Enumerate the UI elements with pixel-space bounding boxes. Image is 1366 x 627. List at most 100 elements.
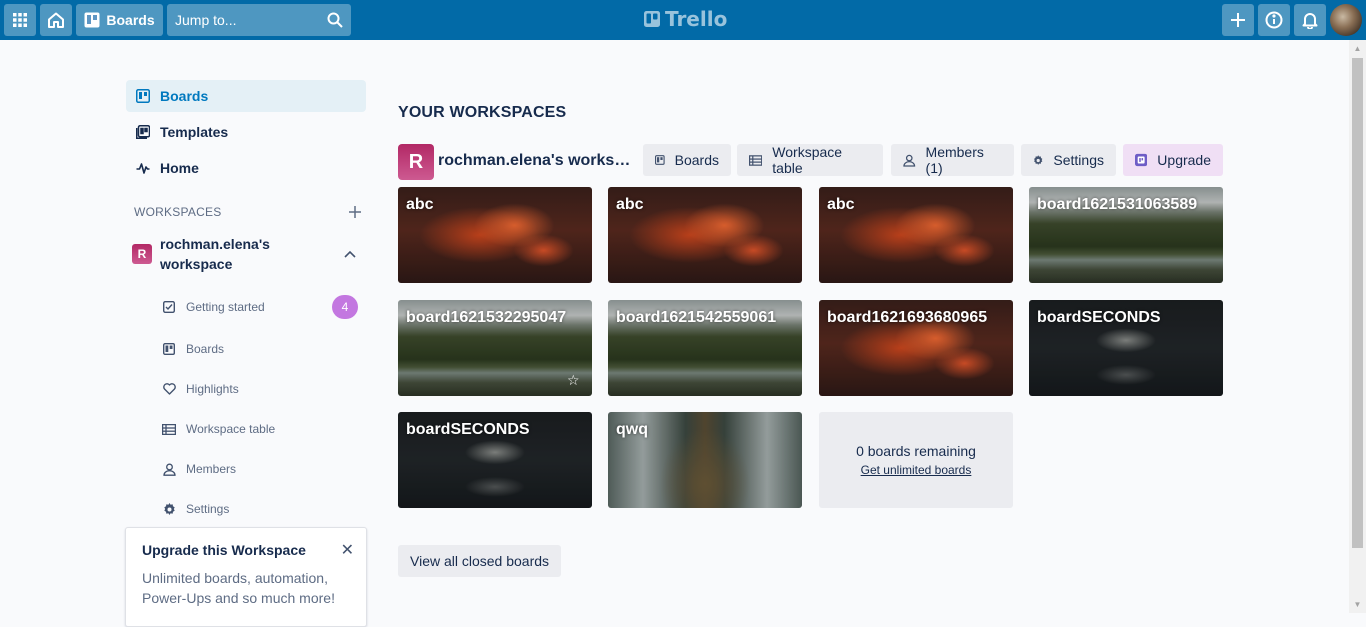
board-tile[interactable]: board1621542559061 (608, 300, 802, 396)
sidebar-item-label: Boards (186, 342, 225, 356)
sidebar-nav-label: Templates (160, 124, 229, 140)
board-title: qwq (616, 421, 648, 438)
board-tile[interactable]: board1621531063589 (1029, 187, 1223, 283)
board-title: abc (827, 196, 855, 213)
gear-icon (162, 502, 176, 516)
board-tile[interactable]: boardSECONDS (1029, 300, 1223, 396)
search-icon (327, 12, 343, 28)
sidebar-item-boards[interactable]: Boards (162, 337, 362, 361)
home-icon (48, 12, 64, 28)
board-tile[interactable]: abc (608, 187, 802, 283)
board-icon (136, 89, 150, 103)
board-tile[interactable]: abc (819, 187, 1013, 283)
workspaces-heading: WORKSPACES (134, 205, 364, 219)
workspace-name: rochman.elena's workspace (160, 236, 270, 272)
activity-icon (136, 163, 150, 174)
sidebar-nav-label: Home (160, 160, 199, 176)
sidebar-item-settings[interactable]: Settings (162, 497, 362, 521)
board-title: board1621531063589 (1037, 196, 1198, 213)
sidebar-item-label: Getting started (186, 300, 265, 314)
board-tile[interactable]: qwq (608, 412, 802, 508)
tab-workspace-table[interactable]: Workspace table (737, 144, 883, 176)
upgrade-workspace-card: Upgrade this Workspace Unlimited boards,… (125, 527, 367, 627)
sidebar-nav-home[interactable]: Home (126, 152, 366, 184)
board-tile[interactable]: board1621693680965 (819, 300, 1013, 396)
chevron-up-icon[interactable] (344, 250, 356, 258)
tab-label: Members (1) (925, 144, 984, 176)
user-avatar[interactable] (1330, 4, 1362, 36)
trello-logo[interactable]: Trello (644, 7, 727, 31)
board-title: abc (406, 196, 434, 213)
board-icon (84, 12, 100, 28)
sidebar-item-label: Members (186, 462, 237, 476)
board-tile[interactable]: abc (398, 187, 592, 283)
checklist-icon (162, 301, 176, 313)
upgrade-card-body: Unlimited boards, automation, Power-Ups … (142, 570, 335, 606)
tab-label: Upgrade (1157, 152, 1211, 168)
template-icon (136, 125, 150, 139)
home-button[interactable] (40, 4, 72, 36)
info-button[interactable] (1258, 4, 1290, 36)
tab-upgrade[interactable]: Upgrade (1123, 144, 1223, 176)
workspace-title: rochman.elena's workspace (438, 152, 634, 169)
plus-icon (1231, 13, 1245, 27)
workspaces-heading-label: WORKSPACES (134, 205, 222, 219)
tab-label: Boards (674, 152, 719, 168)
create-button[interactable] (1222, 4, 1254, 36)
sidebar-item-members[interactable]: Members (162, 457, 362, 481)
gear-icon (1034, 154, 1043, 165)
board-title: board1621532295047 (406, 309, 567, 326)
getting-started-count-badge: 4 (332, 295, 358, 319)
sidebar-item-label: Workspace table (186, 422, 276, 436)
boards-remaining-count: 0 boards remaining (856, 443, 976, 459)
boards-remaining-tile: 0 boards remaining Get unlimited boards (819, 412, 1013, 508)
view-closed-boards-button[interactable]: View all closed boards (398, 545, 562, 577)
search-placeholder: Jump to... (175, 12, 237, 28)
sidebar-nav-boards[interactable]: Boards (126, 80, 366, 112)
board-title: boardSECONDS (1037, 309, 1161, 326)
star-icon[interactable]: ☆ (567, 372, 580, 389)
tab-boards[interactable]: Boards (643, 144, 731, 176)
sidebar-item-highlights[interactable]: Highlights (162, 377, 362, 401)
plus-icon[interactable] (348, 205, 362, 219)
sidebar-nav-templates[interactable]: Templates (126, 116, 366, 148)
sidebar-nav-label: Boards (160, 88, 209, 104)
board-tile[interactable]: board1621532295047 (398, 300, 592, 396)
scroll-down-arrow-icon[interactable]: ▼ (1352, 600, 1363, 610)
board-title: abc (616, 196, 644, 213)
search-input[interactable]: Jump to... (167, 4, 351, 36)
notifications-button[interactable] (1294, 4, 1326, 36)
tab-settings[interactable]: Settings (1021, 144, 1116, 176)
board-tile[interactable]: boardSECONDS (398, 412, 592, 508)
sidebar-workspace[interactable]: R rochman.elena's workspace (132, 234, 364, 274)
members-icon (162, 463, 176, 476)
app-switcher-button[interactable] (4, 4, 36, 36)
logo-text: Trello (665, 7, 728, 31)
scroll-up-arrow-icon[interactable]: ▲ (1352, 44, 1363, 54)
scrollbar-thumb[interactable] (1352, 58, 1363, 548)
upgrade-card-title: Upgrade this Workspace (142, 542, 306, 558)
heart-icon (162, 383, 176, 395)
board-icon (655, 155, 665, 165)
tab-members[interactable]: Members (1) (891, 144, 1014, 176)
trello-logo-icon (644, 11, 660, 27)
board-title: board1621542559061 (616, 309, 777, 326)
close-icon[interactable]: ✕ (341, 540, 354, 560)
your-workspaces-title: YOUR WORKSPACES (398, 104, 567, 121)
table-icon (749, 154, 763, 166)
info-icon (1265, 11, 1283, 29)
workspace-avatar: R (132, 244, 152, 264)
members-icon (903, 154, 916, 167)
workspace-avatar: R (398, 144, 434, 180)
bell-icon (1302, 13, 1318, 29)
table-icon (162, 423, 176, 435)
top-bar: Boards Jump to... Trello (0, 0, 1366, 40)
boards-button-label: Boards (106, 12, 155, 28)
grid-icon (13, 13, 27, 27)
upgrade-icon (1135, 153, 1148, 167)
sidebar-item-label: Settings (186, 502, 230, 516)
tab-label: Workspace table (772, 144, 843, 176)
boards-button[interactable]: Boards (76, 4, 163, 36)
get-unlimited-boards-link[interactable]: Get unlimited boards (861, 463, 972, 477)
sidebar-item-workspace-table[interactable]: Workspace table (162, 417, 362, 441)
